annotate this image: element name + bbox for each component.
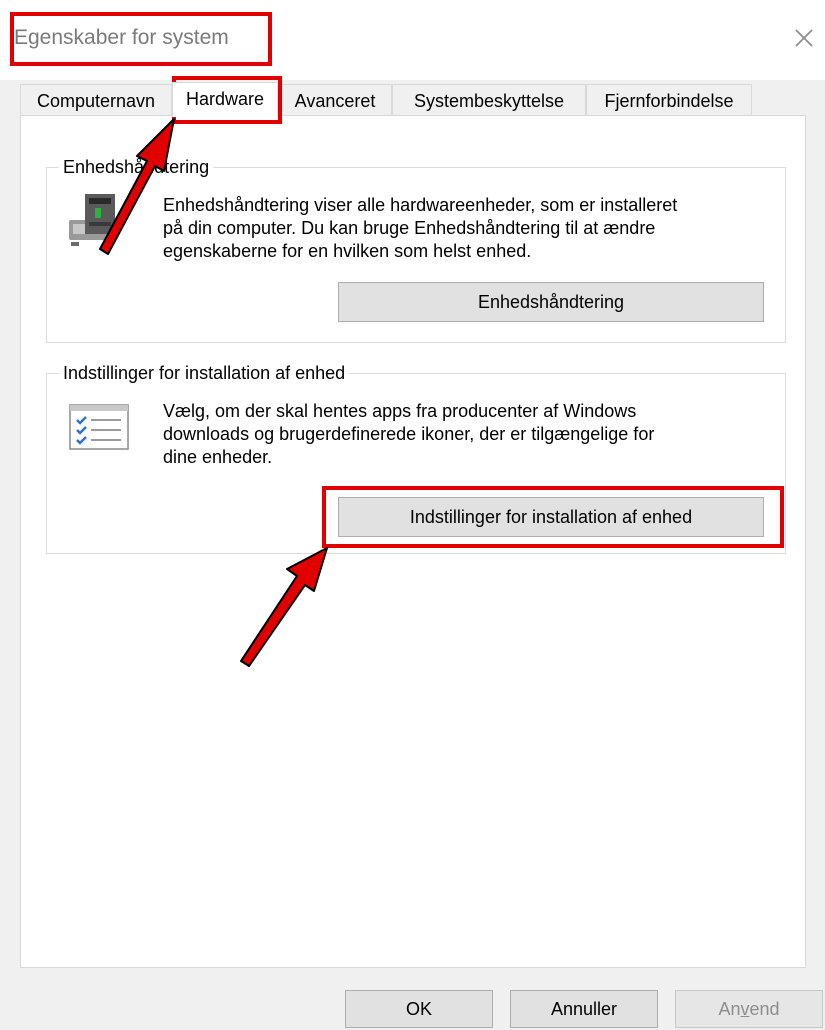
apply-label-part: end bbox=[749, 999, 780, 1019]
device-manager-group-title: Enhedshåndtering bbox=[59, 155, 214, 179]
install-settings-button[interactable]: Indstillinger for installation af enhed bbox=[338, 497, 764, 537]
device-manager-button[interactable]: Enhedshåndtering bbox=[338, 282, 764, 322]
checklist-icon bbox=[69, 404, 129, 450]
device-manager-description: Enhedshåndtering viser alle hardwareenhe… bbox=[163, 194, 677, 263]
title-bar: Egenskaber for system bbox=[0, 0, 825, 80]
install-settings-text-line: downloads og brugerdefinerede ikoner, de… bbox=[163, 424, 655, 444]
device-manager-group: Enhedshåndtering Enhedshåndtering viser … bbox=[46, 155, 786, 343]
install-settings-group-title: Indstillinger for installation af enhed bbox=[59, 361, 350, 385]
install-settings-group: Indstillinger for installation af enhed … bbox=[46, 361, 786, 554]
tab-avanceret[interactable]: Avanceret bbox=[278, 84, 392, 116]
ok-button[interactable]: OK bbox=[345, 990, 493, 1028]
device-manager-icon bbox=[65, 190, 125, 250]
apply-label-part: An bbox=[718, 999, 741, 1019]
install-settings-description: Vælg, om der skal hentes apps fra produc… bbox=[163, 400, 654, 469]
tab-systembeskyttelse[interactable]: Systembeskyttelse bbox=[392, 84, 586, 116]
install-settings-text-line: Vælg, om der skal hentes apps fra produc… bbox=[163, 401, 637, 421]
install-settings-text-line: dine enheder. bbox=[163, 447, 273, 467]
device-manager-text-line: Enhedshåndtering viser alle hardwareenhe… bbox=[163, 195, 678, 215]
window-title: Egenskaber for system bbox=[14, 26, 229, 49]
apply-button[interactable]: Anvend bbox=[675, 990, 823, 1028]
device-manager-text-line: egenskaberne for en hvilken som helst en… bbox=[163, 241, 532, 261]
tab-hardware[interactable]: Hardware bbox=[172, 82, 278, 117]
tab-fjernforbindelse[interactable]: Fjernforbindelse bbox=[586, 84, 752, 116]
tab-computernavn[interactable]: Computernavn bbox=[20, 84, 172, 116]
close-icon[interactable] bbox=[790, 24, 818, 52]
cancel-button[interactable]: Annuller bbox=[510, 990, 658, 1028]
device-manager-text-line: på din computer. Du kan bruge Enhedshånd… bbox=[163, 218, 656, 238]
